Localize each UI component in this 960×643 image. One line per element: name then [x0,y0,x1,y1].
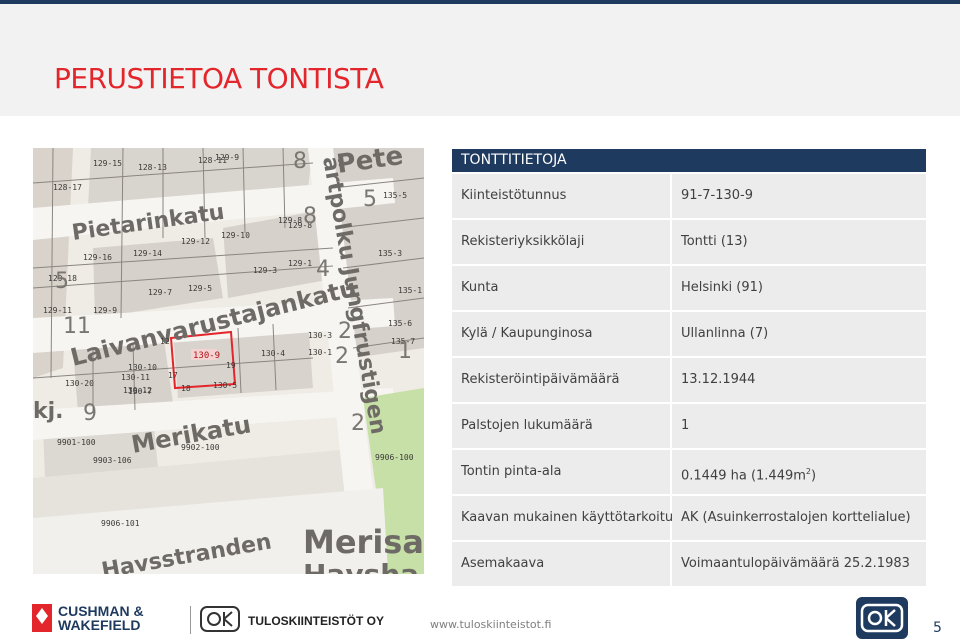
lot-label: 130-11 [121,373,150,382]
lot-label: 19 [226,361,236,370]
lot-label: 129-14 [133,249,162,258]
table-row: Kaavan mukainen käyttötarkoitus AK (Asui… [452,494,926,540]
block-number: 9 [83,401,97,426]
cushman-logo-line1: CUSHMAN & [58,603,144,619]
lot-label: 135-6 [388,319,412,328]
cushman-wakefield-logo-text: CUSHMAN & WAKEFIELD [58,604,144,632]
cushman-wakefield-logo-icon [32,604,52,632]
lot-label: 128-17 [53,183,82,192]
table-row: Kiinteistötunnus 91-7-130-9 [452,172,926,218]
lot-label: 128-13 [138,163,167,172]
lot-label: 129-12 [181,237,210,246]
row-label: Kunta [452,266,670,310]
block-number: 5 [55,269,69,294]
row-value: Ullanlinna (7) [672,312,926,356]
block-number: 11 [63,314,91,339]
property-info-table: TONTTITIETOJA Kiinteistötunnus 91-7-130-… [452,149,926,586]
header-band: PERUSTIETOA TONTISTA [0,4,960,116]
row-label: Kylä / Kaupunginosa [452,312,670,356]
table-row: Kylä / Kaupunginosa Ullanlinna (7) [452,310,926,356]
row-value: Helsinki (91) [672,266,926,310]
row-value: 13.12.1944 [672,358,926,402]
lot-label: 9901-100 [57,438,96,447]
lot-label: 18 [181,384,191,393]
table-row: Palstojen lukumäärä 1 [452,402,926,448]
block-number: 8 [293,149,307,174]
row-value: 1 [672,404,926,448]
lot-label: 129-1 [288,259,312,268]
row-value: Tontti (13) [672,220,926,264]
tuloskiinteistot-logo-text: TULOSKIINTEISTÖT OY [248,614,385,628]
area-value: 0.1449 ha (1.449m [681,468,806,484]
lot-label: 128-11 [198,156,227,165]
row-value: 0.1449 ha (1.449m2) [672,450,926,494]
table-row: Rekisteröintipäivämäärä 13.12.1944 [452,356,926,402]
street-label: Merisa [303,523,424,561]
lot-label: 130-1 [308,348,332,357]
lot-label: 129-16 [83,253,112,262]
wakefield-logo-line2: WAKEFIELD [58,617,141,633]
tuloskiinteistot-logo-icon [200,606,240,632]
lot-label: 9902-100 [181,443,220,452]
block-number: 2 [351,411,365,436]
lot-label: 129-10 [221,231,250,240]
cadastral-map: Pietarinkatu Laivanvarustajankatu Merika… [33,148,424,574]
lot-label: 130-10 [128,363,157,372]
block-number: 2 [338,319,352,344]
area-value-close: ) [811,468,817,484]
lot-label: 9906-101 [101,519,140,528]
lot-label: 130-4 [261,349,285,358]
row-value: 91-7-130-9 [672,174,926,218]
block-number: 5 [363,187,377,212]
lot-label: 129-7 [148,288,172,297]
page-title: PERUSTIETOA TONTISTA [54,62,384,95]
row-label: Kiinteistötunnus [452,174,670,218]
table-heading: TONTTITIETOJA [452,149,926,172]
logo-divider [190,606,191,634]
lot-label: 130-5 [213,381,237,390]
lot-label: 135-1 [398,286,422,295]
row-value: Voimaantulopäivämäärä 25.2.1983 [672,542,926,586]
lot-label: 135-5 [383,191,407,200]
map-svg: Pietarinkatu Laivanvarustajankatu Merika… [33,148,424,574]
lot-label: 9906-100 [375,453,414,462]
lot-label: 129-5 [188,284,212,293]
table-row: Rekisteriyksikkölaji Tontti (13) [452,218,926,264]
lot-label: 129-3 [253,266,277,275]
block-number: 4 [316,257,330,282]
lot-label: 9903-106 [93,456,132,465]
row-value: AK (Asuinkerrostalojen korttelialue) [672,496,926,540]
row-label: Palstojen lukumäärä [452,404,670,448]
row-label: Kaavan mukainen käyttötarkoitus [452,496,680,540]
lot-label: 17 [168,371,178,380]
lot-label: 12 [160,337,170,346]
block-number: 1 [398,339,412,364]
ok-brand-logo-icon [856,597,908,639]
lot-label: 130-3 [308,331,332,340]
lot-label: 129-8 [278,216,302,225]
website-link[interactable]: www.tuloskiinteistot.fi [430,618,551,631]
row-label: Asemakaava [452,542,670,586]
page-number: 5 [933,620,942,636]
row-label: Rekisteröintipäivämäärä [452,358,670,402]
lot-label: 130-7 [128,387,152,396]
lot-label: 135-3 [378,249,402,258]
lot-label: 129-15 [93,159,122,168]
street-label: kj. [33,399,64,424]
table-row: Asemakaava Voimaantulopäivämäärä 25.2.19… [452,540,926,586]
table-row: Kunta Helsinki (91) [452,264,926,310]
highlighted-lot-label: 130-9 [193,351,220,361]
row-label: Rekisteriyksikkölaji [452,220,670,264]
row-label: Tontin pinta-ala [452,450,670,494]
lot-label: 129-9 [93,306,117,315]
table-row: Tontin pinta-ala 0.1449 ha (1.449m2) [452,448,926,494]
block-number: 2 [335,344,349,369]
block-number: 8 [303,204,317,229]
lot-label: 130-20 [65,379,94,388]
street-label: Havsha [303,558,419,574]
